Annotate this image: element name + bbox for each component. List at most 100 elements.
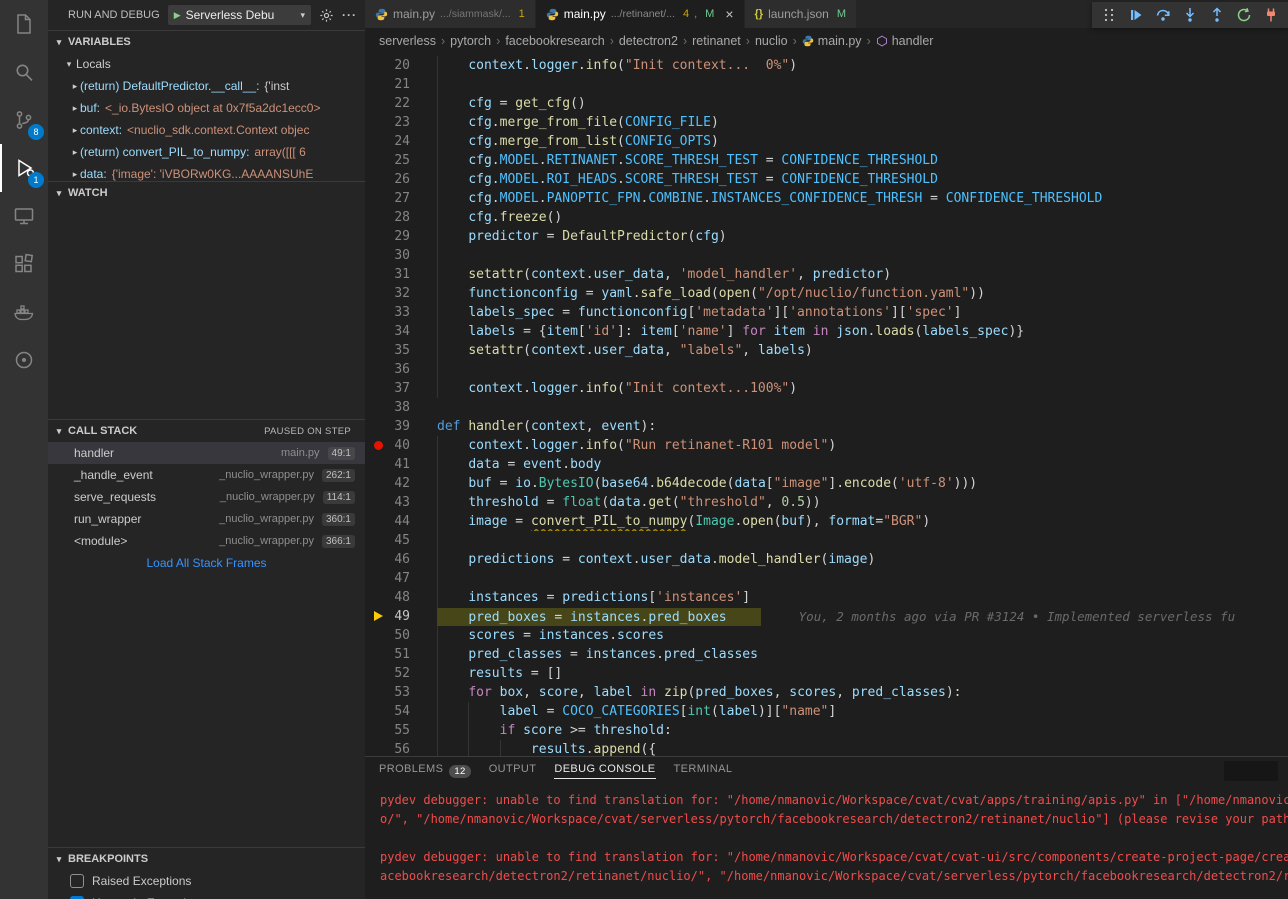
watch-section-header[interactable]: ▾WATCH — [48, 182, 365, 204]
code-line[interactable]: 34 labels = {item['id']: item['name'] fo… — [365, 322, 1288, 341]
code-line[interactable]: 53 for box, score, label in zip(pred_box… — [365, 683, 1288, 702]
glyph-margin[interactable] — [365, 721, 391, 740]
code-line[interactable]: 31 setattr(context.user_data, 'model_han… — [365, 265, 1288, 284]
step-into-button[interactable] — [1181, 6, 1199, 24]
glyph-margin[interactable] — [365, 151, 391, 170]
glyph-margin[interactable] — [365, 607, 391, 626]
activity-item-source-control[interactable]: 8 — [0, 96, 48, 144]
code-line[interactable]: 40 context.logger.info("Run retinanet-R1… — [365, 436, 1288, 455]
code-line[interactable]: 36 — [365, 360, 1288, 379]
code-line[interactable]: 37 context.logger.info("Init context...1… — [365, 379, 1288, 398]
glyph-margin[interactable] — [365, 645, 391, 664]
glyph-margin[interactable] — [365, 56, 391, 75]
code-line[interactable]: 21 — [365, 75, 1288, 94]
code-line[interactable]: 56 results.append({ — [365, 740, 1288, 756]
editor-tab-launch-json[interactable]: {}launch.jsonM — [745, 0, 857, 28]
panel-tab-problems[interactable]: PROBLEMS12 — [379, 757, 471, 785]
variable-row[interactable]: ▸context:<nuclio_sdk.context.Context obj… — [48, 119, 365, 141]
code-line[interactable]: 28 cfg.freeze() — [365, 208, 1288, 227]
code-line[interactable]: 55 if score >= threshold: — [365, 721, 1288, 740]
glyph-margin[interactable] — [365, 436, 391, 455]
glyph-margin[interactable] — [365, 455, 391, 474]
glyph-margin[interactable] — [365, 664, 391, 683]
stack-frame-row[interactable]: <module>_nuclio_wrapper.py366:1 — [48, 530, 365, 552]
code-line[interactable]: 20 context.logger.info("Init context... … — [365, 56, 1288, 75]
glyph-margin[interactable] — [365, 550, 391, 569]
glyph-margin[interactable] — [365, 417, 391, 436]
code-line[interactable]: 46 predictions = context.user_data.model… — [365, 550, 1288, 569]
variables-section-header[interactable]: ▾VARIABLES — [48, 31, 365, 53]
load-all-stack-frames-link[interactable]: Load All Stack Frames — [48, 552, 365, 574]
glyph-margin[interactable] — [365, 113, 391, 132]
call-stack-section-header[interactable]: ▾CALL STACKPAUSED ON STEP — [48, 420, 365, 442]
code-line[interactable]: 22 cfg = get_cfg() — [365, 94, 1288, 113]
drag-handle-button[interactable] — [1100, 6, 1118, 24]
code-line[interactable]: 43 threshold = float(data.get("threshold… — [365, 493, 1288, 512]
glyph-margin[interactable] — [365, 170, 391, 189]
glyph-margin[interactable] — [365, 189, 391, 208]
activity-item-search[interactable] — [0, 48, 48, 96]
code-line[interactable]: 24 cfg.merge_from_list(CONFIG_OPTS) — [365, 132, 1288, 151]
stack-frame-row[interactable]: handlermain.py49:1 — [48, 442, 365, 464]
breadcrumb-item-main-py[interactable]: main.py — [802, 34, 862, 48]
code-line[interactable]: 26 cfg.MODEL.ROI_HEADS.SCORE_THRESH_TEST… — [365, 170, 1288, 189]
glyph-margin[interactable] — [365, 75, 391, 94]
step-over-button[interactable] — [1154, 6, 1172, 24]
activity-item-explorer[interactable] — [0, 0, 48, 48]
breadcrumb-item-serverless[interactable]: serverless — [379, 34, 436, 48]
editor-tab-main-py[interactable]: main.py.../retinanet/...4, M× — [536, 0, 745, 28]
breakpoint-row[interactable]: Raised Exceptions — [48, 870, 365, 892]
code-line[interactable]: 47 — [365, 569, 1288, 588]
code-line[interactable]: 33 labels_spec = functionconfig['metadat… — [365, 303, 1288, 322]
activity-item-extensions[interactable] — [0, 240, 48, 288]
code-line[interactable]: 41 data = event.body — [365, 455, 1288, 474]
glyph-margin[interactable] — [365, 360, 391, 379]
code-line[interactable]: 39def handler(context, event): — [365, 417, 1288, 436]
code-line[interactable]: 45 — [365, 531, 1288, 550]
glyph-margin[interactable] — [365, 322, 391, 341]
glyph-margin[interactable] — [365, 702, 391, 721]
variable-row[interactable]: ▸buf:<_io.BytesIO object at 0x7f5a2dc1ec… — [48, 97, 365, 119]
activity-item-remote-explorer[interactable] — [0, 192, 48, 240]
code-line[interactable]: 29 predictor = DefaultPredictor(cfg) — [365, 227, 1288, 246]
glyph-margin[interactable] — [365, 379, 391, 398]
code-line[interactable]: 38 — [365, 398, 1288, 417]
glyph-margin[interactable] — [365, 94, 391, 113]
code-line[interactable]: 44 image = convert_PIL_to_numpy(Image.op… — [365, 512, 1288, 531]
breadcrumb-item-facebookresearch[interactable]: facebookresearch — [505, 34, 604, 48]
breadcrumb-item-pytorch[interactable]: pytorch — [450, 34, 491, 48]
glyph-margin[interactable] — [365, 683, 391, 702]
code-line[interactable]: 49 pred_boxes = instances.pred_boxesYou,… — [365, 607, 1288, 626]
glyph-margin[interactable] — [365, 531, 391, 550]
code-line[interactable]: 30 — [365, 246, 1288, 265]
continue-button[interactable] — [1127, 6, 1145, 24]
glyph-margin[interactable] — [365, 493, 391, 512]
code-editor[interactable]: 20 context.logger.info("Init context... … — [365, 54, 1288, 756]
glyph-margin[interactable] — [365, 626, 391, 645]
glyph-margin[interactable] — [365, 132, 391, 151]
stack-frame-row[interactable]: run_wrapper_nuclio_wrapper.py360:1 — [48, 508, 365, 530]
variable-row[interactable]: ▸data:{'image': 'iVBORw0KG...AAAANSUhE — [48, 163, 365, 181]
glyph-margin[interactable] — [365, 208, 391, 227]
restart-button[interactable] — [1235, 6, 1253, 24]
checkbox[interactable] — [70, 874, 84, 888]
glyph-margin[interactable] — [365, 341, 391, 360]
code-line[interactable]: 51 pred_classes = instances.pred_classes — [365, 645, 1288, 664]
activity-item-live-share[interactable] — [0, 336, 48, 384]
breadcrumb-item-detectron2[interactable]: detectron2 — [619, 34, 678, 48]
glyph-margin[interactable] — [365, 474, 391, 493]
variable-row[interactable]: ▸(return) DefaultPredictor.__call__:{'in… — [48, 75, 365, 97]
panel-tab-output[interactable]: OUTPUT — [489, 757, 537, 785]
breadcrumb-item-retinanet[interactable]: retinanet — [692, 34, 741, 48]
code-line[interactable]: 25 cfg.MODEL.RETINANET.SCORE_THRESH_TEST… — [365, 151, 1288, 170]
breakpoint-icon[interactable] — [374, 441, 383, 450]
panel-tab-debug-console[interactable]: DEBUG CONSOLE — [554, 757, 655, 785]
glyph-margin[interactable] — [365, 303, 391, 322]
code-line[interactable]: 52 results = [] — [365, 664, 1288, 683]
stack-frame-row[interactable]: _handle_event_nuclio_wrapper.py262:1 — [48, 464, 365, 486]
start-debugging-icon[interactable]: ▶ — [174, 10, 181, 21]
breakpoints-section-header[interactable]: ▾BREAKPOINTS — [48, 848, 365, 870]
code-line[interactable]: 42 buf = io.BytesIO(base64.b64decode(dat… — [365, 474, 1288, 493]
glyph-margin[interactable] — [365, 284, 391, 303]
stack-frame-row[interactable]: serve_requests_nuclio_wrapper.py114:1 — [48, 486, 365, 508]
